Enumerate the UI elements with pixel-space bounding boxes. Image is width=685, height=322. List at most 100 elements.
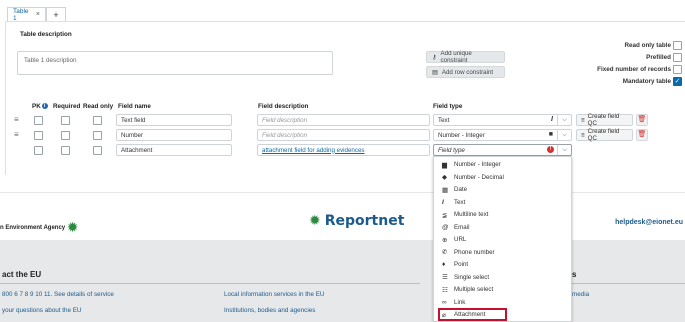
footer-link[interactable]: Local information services in the EU xyxy=(224,291,324,298)
eea-logo-icon: ✹ xyxy=(66,219,79,235)
reportnet-logo-icon: ✹ xyxy=(309,213,321,229)
phone-icon: ✆ xyxy=(442,249,448,256)
reportnet-logo[interactable]: ✹ Reportnet xyxy=(309,213,404,229)
required-checkbox[interactable] xyxy=(61,131,70,140)
dropdown-item-number-decimal[interactable]: ◆ Number - Decimal xyxy=(434,172,571,183)
read-only-header: Read only xyxy=(83,103,114,110)
dropdown-item-number-integer[interactable]: ▆ Number - Integer xyxy=(434,159,571,170)
helpdesk-link[interactable]: helpdesk@eionet.eu xyxy=(615,219,683,226)
delete-field-button[interactable]: 🗑 xyxy=(636,129,648,141)
chevron-down-icon: ⌵ xyxy=(557,130,571,140)
calendar-icon: ▦ xyxy=(442,186,449,194)
map-pin-icon: ♦ xyxy=(442,261,446,268)
drag-handle-icon[interactable]: ≡ xyxy=(14,131,21,139)
field-description-input[interactable]: Field description xyxy=(257,129,430,141)
dropdown-item-date[interactable]: ▦ Date xyxy=(434,184,571,195)
dropdown-item-single-select[interactable]: ☰ Single select xyxy=(434,272,571,283)
pk-checkbox[interactable] xyxy=(34,131,43,140)
dropdown-item-attachment[interactable]: ⌀ Attachment xyxy=(438,308,507,321)
field-name-input[interactable]: Attachment xyxy=(116,144,232,156)
mandatory-table-checkbox[interactable]: ✓ xyxy=(673,77,682,86)
table-icon: ▤ xyxy=(432,68,438,76)
dropdown-item-multiple-select[interactable]: ☷ Multiple select xyxy=(434,284,571,295)
tab-label: Table 1 xyxy=(13,7,29,22)
field-type-select[interactable]: Number - Integer ■ ⌵ xyxy=(433,129,572,141)
read-only-checkbox[interactable] xyxy=(93,116,102,125)
email-icon: @ xyxy=(442,223,449,231)
key-icon: ⚷ xyxy=(432,53,437,61)
dropdown-item-phone-number[interactable]: ✆ Phone number xyxy=(434,247,571,258)
chevron-down-icon: ⌵ xyxy=(557,115,571,125)
read-only-checkbox[interactable] xyxy=(93,146,102,155)
field-type-select[interactable]: Field type ! ⌵ xyxy=(433,144,572,156)
link-icon: ∞ xyxy=(442,298,447,306)
dropdown-item-text[interactable]: I Text xyxy=(434,197,571,208)
footer-links xyxy=(0,240,685,322)
close-icon[interactable]: × xyxy=(36,11,40,18)
read-only-table-label: Read only table xyxy=(624,42,671,49)
field-type-header: Field type xyxy=(433,103,463,110)
globe-icon: ⊕ xyxy=(442,236,448,244)
contact-heading: act the EU xyxy=(2,270,42,279)
add-row-constraint-button[interactable]: ▤ Add row constraint xyxy=(426,66,505,78)
fixed-records-label: Fixed number of records xyxy=(597,66,671,73)
table-description-input[interactable]: Table 1 description xyxy=(17,51,333,75)
required-checkbox[interactable] xyxy=(61,146,70,155)
dropdown-item-link[interactable]: ∞ Link xyxy=(434,297,571,308)
create-field-qc-button[interactable]: ≡ Create field QC xyxy=(576,128,633,142)
pk-checkbox[interactable] xyxy=(34,146,43,155)
agency-name: n Environment Agency ✹ xyxy=(0,219,79,235)
dropdown-item-point[interactable]: ♦ Point xyxy=(434,259,571,270)
required-checkbox[interactable] xyxy=(61,116,70,125)
field-description-input[interactable]: Field description xyxy=(257,114,430,126)
list-icon: ☰ xyxy=(442,274,448,281)
dropdown-item-email[interactable]: @ Email xyxy=(434,222,571,233)
info-icon[interactable]: i xyxy=(41,103,48,109)
trash-icon: 🗑 xyxy=(637,116,647,123)
delete-field-button[interactable]: 🗑 xyxy=(636,114,648,126)
number-decimal-icon: ◆ xyxy=(442,174,447,181)
footer-link[interactable]: media xyxy=(572,291,589,298)
read-only-checkbox[interactable] xyxy=(93,131,102,140)
prefilled-label: Prefilled xyxy=(646,54,671,61)
tab-table-1[interactable]: Table 1 × xyxy=(7,7,46,22)
qc-icon: ≡ xyxy=(581,131,585,139)
field-name-input[interactable]: Text field xyxy=(116,114,232,126)
required-header: Required xyxy=(53,103,81,110)
field-description-header: Field description xyxy=(258,103,309,110)
number-type-icon: ■ xyxy=(548,131,553,138)
number-integer-icon: ▆ xyxy=(442,161,447,169)
tab-bar: Table 1 × + xyxy=(0,0,685,22)
footer-link[interactable]: your questions about the EU xyxy=(2,307,81,314)
dropdown-item-url[interactable]: ⊕ URL xyxy=(434,234,571,245)
footer-link[interactable]: 800 6 7 8 9 10 11. See details of servic… xyxy=(2,291,114,298)
multiline-icon: ≨ xyxy=(442,211,448,219)
field-name-input[interactable]: Number xyxy=(116,129,232,141)
pk-header: PK i xyxy=(32,103,48,110)
chevron-down-icon: ⌵ xyxy=(557,145,571,155)
required-warning-icon: ! xyxy=(547,146,554,153)
add-tab-button[interactable]: + xyxy=(46,7,66,21)
field-type-select[interactable]: Text I ⌵ xyxy=(433,114,572,126)
add-unique-constraint-button[interactable]: ⚷ Add unique constraint xyxy=(426,50,505,64)
pk-checkbox[interactable] xyxy=(34,116,43,125)
prefilled-checkbox[interactable] xyxy=(673,53,682,62)
read-only-table-checkbox[interactable] xyxy=(673,41,682,50)
table-description-label: Table description xyxy=(20,31,72,38)
drag-handle-icon[interactable]: ≡ xyxy=(14,116,21,124)
paperclip-icon: ⌀ xyxy=(442,311,446,319)
create-field-qc-button[interactable]: ≡ Create field QC xyxy=(576,113,633,127)
field-description-input[interactable]: attachment field for adding evidences xyxy=(257,144,430,156)
text-icon: I xyxy=(442,198,444,206)
checklist-icon: ☷ xyxy=(442,286,448,294)
footer-heading: s xyxy=(572,270,577,279)
field-name-header: Field name xyxy=(118,103,151,110)
fixed-records-checkbox[interactable] xyxy=(673,65,682,74)
dropdown-item-multiline-text[interactable]: ≨ Multiline text xyxy=(434,209,571,220)
footer-divider xyxy=(570,283,685,284)
footer-link[interactable]: Institutions, bodies and agencies xyxy=(224,307,315,314)
trash-icon: 🗑 xyxy=(637,131,647,138)
qc-icon: ≡ xyxy=(581,116,585,124)
mandatory-table-label: Mandatory table xyxy=(622,78,671,85)
footer-divider xyxy=(0,283,420,284)
